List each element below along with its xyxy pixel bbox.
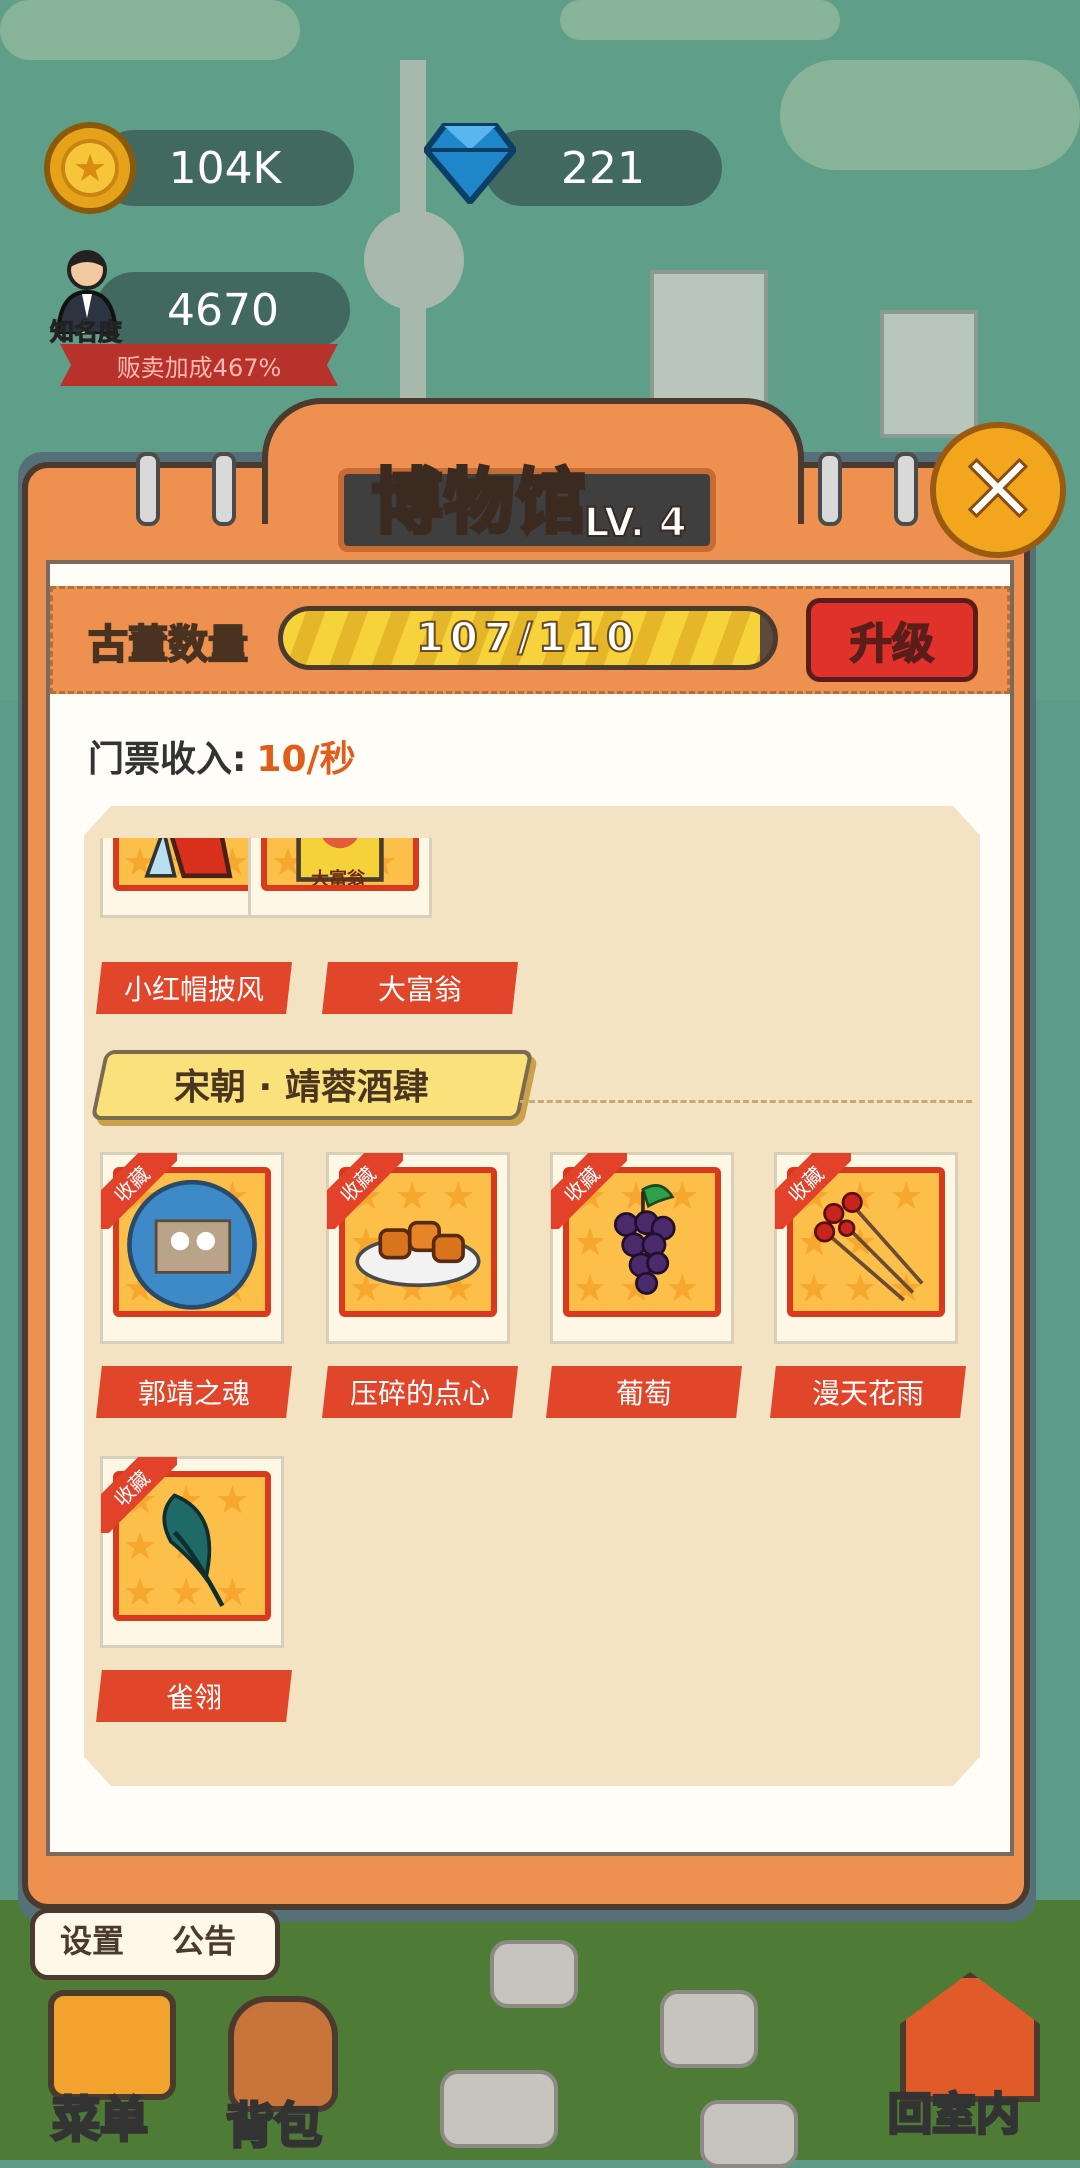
path-stone [700, 2100, 798, 2168]
collection-card[interactable]: 大富翁 [248, 838, 432, 918]
coin-icon: ★ [44, 122, 136, 214]
ticket-income: 门票收入: 10/秒 [88, 730, 356, 782]
collected-tag: 收藏 [101, 1153, 177, 1229]
red-cape-icon [144, 838, 233, 879]
item-name: 压碎的点心 [349, 1377, 490, 1410]
collection-card[interactable]: 收藏 [774, 1152, 958, 1344]
collection-card[interactable]: 收藏 [100, 1456, 284, 1648]
building [880, 310, 978, 438]
section-header-title: 宋朝 · 靖蓉酒肆 [174, 1067, 429, 1108]
item-name: 郭靖之魂 [137, 1377, 250, 1410]
binder-ring [136, 452, 160, 526]
tv-tower-ball [364, 210, 464, 310]
item-name: 小红帽披风 [123, 973, 264, 1006]
panel-title: 博物馆 [370, 459, 588, 545]
collection-card[interactable]: 收藏 [550, 1152, 734, 1344]
bag-button-label[interactable]: 背包 [224, 2086, 323, 2156]
fame-value: 4670 [167, 284, 279, 336]
close-button[interactable]: ✕ [930, 422, 1066, 558]
antique-progress-bar: 107/110 [278, 606, 778, 670]
item-name-ribbon: 葡萄 [546, 1366, 742, 1418]
close-icon: ✕ [956, 433, 1039, 548]
collected-tag-text: 收藏 [101, 1153, 177, 1229]
fame-counter: 4670 [96, 272, 350, 348]
settings-button[interactable]: 设置 [60, 1916, 124, 1962]
item-name-ribbon: 漫天花雨 [770, 1366, 966, 1418]
collection-card[interactable]: 收藏 [100, 1152, 284, 1344]
collected-tag: 收藏 [551, 1153, 627, 1229]
item-name: 漫天花雨 [811, 1377, 924, 1410]
antique-count-label: 古董数量 [87, 621, 249, 669]
item-frame: 大富翁 [261, 838, 419, 891]
item-name-ribbon: 雀翎 [96, 1670, 292, 1722]
notice-button[interactable]: 公告 [172, 1916, 236, 1962]
path-stone [440, 2070, 558, 2148]
collected-tag-text: 收藏 [775, 1153, 851, 1229]
fame-label: 知名度 [50, 318, 123, 347]
museum-level: LV. 4 [583, 499, 688, 547]
item-name: 葡萄 [615, 1377, 672, 1410]
monopoly-card-text: 大富翁 [311, 869, 365, 890]
path-stone [660, 1990, 758, 2068]
collected-tag: 收藏 [327, 1153, 403, 1229]
cloud [560, 0, 840, 40]
sales-bonus-ribbon: 贩卖加成467% [60, 344, 338, 386]
binder-ring [894, 452, 918, 526]
section-divider [520, 1100, 972, 1103]
go-indoor-button-label[interactable]: 回室内 [887, 2078, 1022, 2142]
cloud [0, 0, 300, 60]
gem-value: 221 [561, 142, 645, 194]
collected-tag: 收藏 [101, 1457, 177, 1533]
item-name-ribbon: 小红帽披风 [96, 962, 292, 1014]
path-stone [490, 1940, 578, 2008]
ticket-income-label: 门票收入: [88, 739, 247, 780]
ticket-income-value: 10/秒 [256, 739, 356, 780]
binder-ring [818, 452, 842, 526]
sales-bonus-text: 贩卖加成467% [116, 353, 282, 382]
collected-tag-text: 收藏 [327, 1153, 403, 1229]
menu-button-label[interactable]: 菜单 [50, 2080, 149, 2150]
cloud [780, 60, 1080, 170]
collection-list[interactable]: 小红帽披风 大富翁 大富翁 收藏 郭靖之魂 [84, 838, 980, 1786]
upgrade-button[interactable]: 升级 [806, 598, 978, 682]
coin-value: 104K [168, 142, 282, 194]
binder-ring [212, 452, 236, 526]
item-name-ribbon: 大富翁 [322, 962, 518, 1014]
collection-card[interactable]: 收藏 [326, 1152, 510, 1344]
collected-tag-text: 收藏 [101, 1457, 177, 1533]
collected-tag: 收藏 [775, 1153, 851, 1229]
item-name-ribbon: 压碎的点心 [322, 1366, 518, 1418]
item-name: 雀翎 [165, 1681, 222, 1714]
gem-counter: 221 [484, 130, 722, 206]
item-name: 大富翁 [377, 973, 462, 1006]
item-name-ribbon: 郭靖之魂 [96, 1366, 292, 1418]
collected-tag-text: 收藏 [551, 1153, 627, 1229]
diamond-icon [424, 123, 516, 204]
antique-count-text: 107/110 [415, 614, 640, 662]
